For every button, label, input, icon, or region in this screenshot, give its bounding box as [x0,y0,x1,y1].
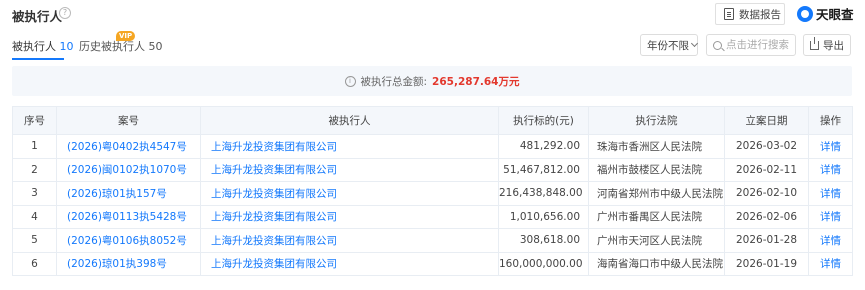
section-header: 被执行人 ? 数据报告 天眼查 [0,0,865,30]
section-title: 被执行人 [12,9,63,24]
chevron-down-icon [690,39,699,48]
data-report-label: 数据报告 [739,8,781,21]
cell-case-no-link[interactable]: (2026)粤0106执8052号 [56,228,201,253]
search-icon [713,40,722,50]
table-row: 2 (2026)闽0102执1070号 上海升龙投资集团有限公司 51,467,… [12,157,853,182]
cell-amount: 216,438,848.00 [498,181,589,206]
table-row: 4 (2026)粤0113执5428号 上海升龙投资集团有限公司 1,010,6… [12,204,853,229]
tab-current-label: 被执行人 [12,40,56,53]
cell-amount: 481,292.00 [498,134,589,159]
details-link[interactable]: 详情 [808,228,853,253]
tab-current-executed[interactable]: 被执行人 10 [12,38,74,54]
cell-amount: 160,000,000.00 [498,251,589,276]
table-row: 3 (2026)琼01执157号 上海升龙投资集团有限公司 216,438,84… [12,181,853,206]
cell-index: 6 [12,251,57,276]
cell-date: 2026-03-02 [724,134,809,159]
executed-persons-table: 序号 案号 被执行人 执行标的(元) 执行法院 立案日期 操作 1 (2026)… [12,106,853,276]
cell-index: 2 [12,157,57,182]
table-header-row: 序号 案号 被执行人 执行标的(元) 执行法院 立案日期 操作 [12,106,853,135]
summary-label: 被执行总金额: [360,75,428,88]
report-doc-icon [724,8,734,20]
cell-amount: 1,010,656.00 [498,204,589,229]
tab-history-count: 50 [148,40,163,53]
table-row: 6 (2026)琼01执398号 上海升龙投资集团有限公司 160,000,00… [12,251,853,276]
active-tab-indicator [12,58,64,60]
export-button[interactable]: 导出 [803,34,851,56]
cell-amount: 308,618.00 [498,228,589,253]
tab-current-count: 10 [59,40,74,53]
col-header-action: 操作 [808,106,853,135]
year-filter-label: 年份不限 [647,39,689,52]
cell-case-no-link[interactable]: (2026)粤0113执5428号 [56,204,201,229]
table-row: 1 (2026)粤0402执4547号 上海升龙投资集团有限公司 481,292… [12,134,853,159]
details-link[interactable]: 详情 [808,181,853,206]
col-header-amount[interactable]: 执行标的(元) [498,106,589,135]
table-row: 5 (2026)粤0106执8052号 上海升龙投资集团有限公司 308,618… [12,228,853,253]
details-link[interactable]: 详情 [808,251,853,276]
cell-date: 2026-02-10 [724,181,809,206]
tab-bar: 被执行人 10 历史被执行人 50 VIP 年份不限 导出 [0,30,865,62]
cell-date: 2026-01-19 [724,251,809,276]
cell-date: 2026-02-11 [724,157,809,182]
details-link[interactable]: 详情 [808,204,853,229]
logo-text: 天眼查 [816,7,854,22]
info-icon: i [344,75,356,87]
cell-index: 5 [12,228,57,253]
search-input[interactable] [726,39,792,51]
help-icon[interactable]: ? [59,7,71,19]
year-filter-dropdown[interactable]: 年份不限 [640,34,699,56]
col-header-case-no: 案号 [56,106,201,135]
data-report-button[interactable]: 数据报告 [715,3,785,25]
cell-party-link[interactable]: 上海升龙投资集团有限公司 [200,228,499,253]
cell-date: 2026-01-28 [724,228,809,253]
cell-index: 3 [12,181,57,206]
cell-court: 福州市鼓楼区人民法院 [588,157,725,182]
cell-date: 2026-02-06 [724,204,809,229]
cell-index: 4 [12,204,57,229]
cell-index: 1 [12,134,57,159]
cell-case-no-link[interactable]: (2026)琼01执398号 [56,251,201,276]
cell-party-link[interactable]: 上海升龙投资集团有限公司 [200,251,499,276]
tab-history-label: 历史被执行人 [79,40,145,53]
col-header-date[interactable]: 立案日期 [724,106,809,135]
col-header-index: 序号 [12,106,57,135]
cell-party-link[interactable]: 上海升龙投资集团有限公司 [200,181,499,206]
col-header-court: 执行法院 [588,106,725,135]
search-field[interactable] [706,34,796,56]
summary-amount: 265,287.64万元 [432,75,520,88]
cell-party-link[interactable]: 上海升龙投资集团有限公司 [200,134,499,159]
cell-party-link[interactable]: 上海升龙投资集团有限公司 [200,204,499,229]
tianyancha-logo: 天眼查 [797,4,854,23]
total-amount-summary: i 被执行总金额: 265,287.64万元 [12,66,852,96]
export-icon [810,36,819,50]
cell-court: 河南省郑州市中级人民法院 [588,181,725,206]
vip-badge: VIP [116,31,136,41]
cell-court: 广州市天河区人民法院 [588,228,725,253]
logo-mark-icon [797,5,813,22]
cell-case-no-link[interactable]: (2026)琼01执157号 [56,181,201,206]
col-header-party: 被执行人 [200,106,499,135]
cell-case-no-link[interactable]: (2026)闽0102执1070号 [56,157,201,182]
cell-party-link[interactable]: 上海升龙投资集团有限公司 [200,157,499,182]
details-link[interactable]: 详情 [808,157,853,182]
details-link[interactable]: 详情 [808,134,853,159]
cell-court: 海南省海口市中级人民法院 [588,251,725,276]
cell-court: 广州市番禺区人民法院 [588,204,725,229]
cell-court: 珠海市香洲区人民法院 [588,134,725,159]
cell-amount: 51,467,812.00 [498,157,589,182]
cell-case-no-link[interactable]: (2026)粤0402执4547号 [56,134,201,159]
export-label: 导出 [823,39,844,52]
